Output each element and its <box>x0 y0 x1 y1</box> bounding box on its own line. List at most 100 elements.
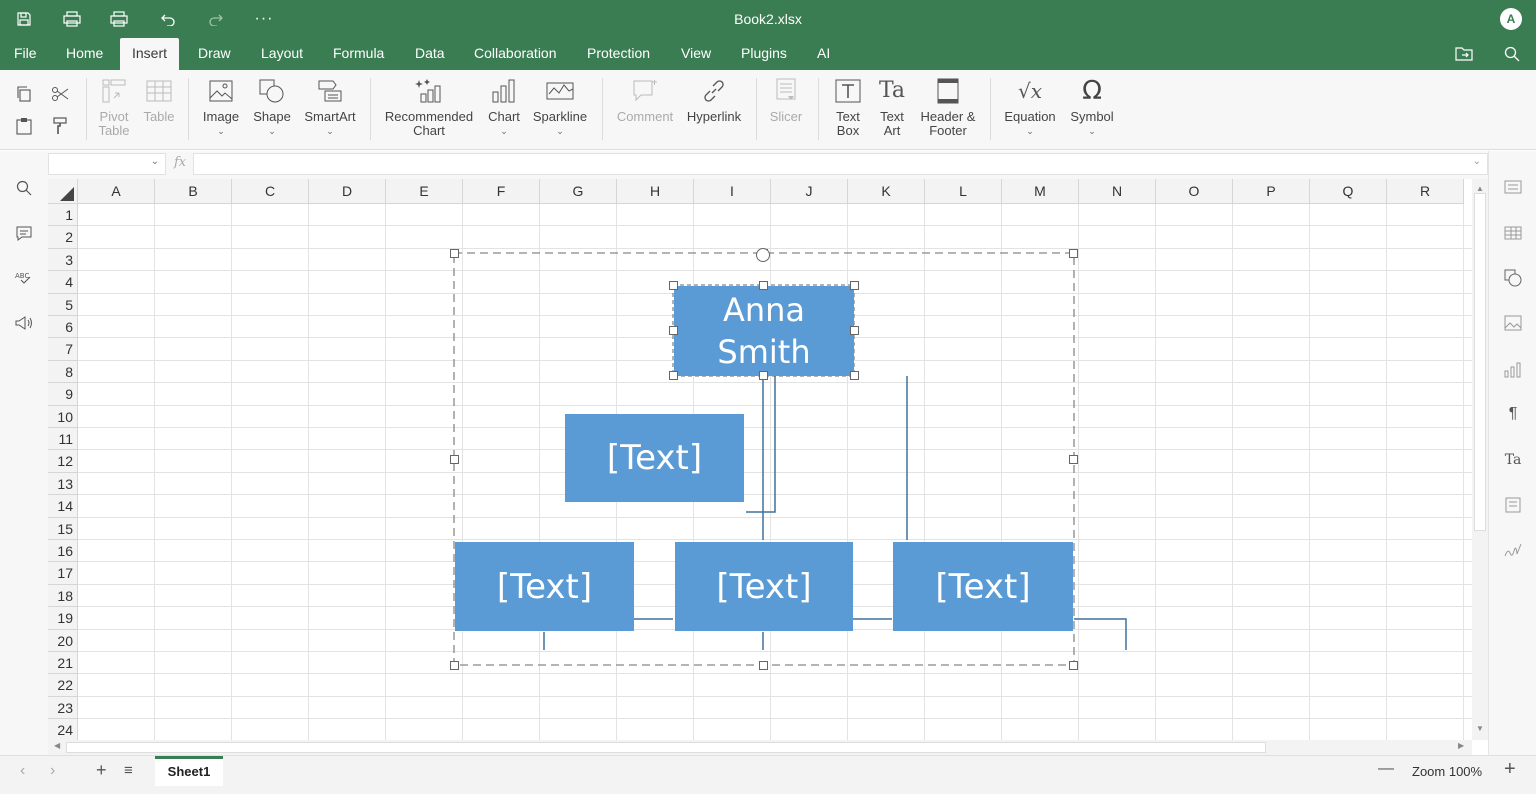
row-header-17[interactable]: 17 <box>48 562 78 585</box>
rotate-handle-icon[interactable] <box>756 248 770 262</box>
pivot-table-button[interactable]: Pivot Table <box>94 76 134 138</box>
column-header-e[interactable]: E <box>386 179 463 204</box>
search-icon[interactable] <box>1500 43 1524 65</box>
row-header-6[interactable]: 6 <box>48 316 78 339</box>
header-footer-button[interactable]: Header & Footer <box>918 76 978 138</box>
slicer-settings-icon[interactable] <box>1501 494 1525 518</box>
shape-button[interactable]: Shape ⌄ <box>250 76 294 138</box>
row-header-7[interactable]: 7 <box>48 338 78 361</box>
column-header-i[interactable]: I <box>694 179 771 204</box>
tab-data[interactable]: Data <box>403 38 457 70</box>
spreadsheet-grid[interactable]: ABCDEFGHIJKLMNOPQR 1 2 3 4 5 6 7 8 9 10 11 12 13 14 15… <box>48 179 1472 740</box>
table-button[interactable]: Table <box>140 76 178 124</box>
resize-handle[interactable] <box>669 326 678 335</box>
row-header-13[interactable]: 13 <box>48 472 78 496</box>
smartart-child-box-1[interactable]: [Text] <box>455 542 634 631</box>
scroll-up-icon[interactable]: ▲ <box>1476 184 1484 193</box>
row-header-4[interactable]: 4 <box>48 271 78 294</box>
next-sheet-icon[interactable]: › <box>50 762 55 780</box>
row-header-12[interactable]: 12 <box>48 450 78 473</box>
resize-handle[interactable] <box>759 371 768 380</box>
name-box[interactable]: ⌄ <box>48 153 166 175</box>
symbol-button[interactable]: Ω Symbol ⌄ <box>1066 76 1118 138</box>
smartart-button[interactable]: SmartArt ⌄ <box>302 76 358 138</box>
column-header-j[interactable]: J <box>771 179 848 204</box>
resize-handle[interactable] <box>450 661 459 670</box>
add-sheet-icon[interactable]: + <box>96 760 107 781</box>
resize-handle[interactable] <box>850 281 859 290</box>
paragraph-settings-icon[interactable]: ¶ <box>1501 402 1525 426</box>
cut-icon[interactable] <box>48 82 72 106</box>
column-header-p[interactable]: P <box>1233 179 1310 204</box>
row-header-21[interactable]: 21 <box>48 652 78 675</box>
sparkline-button[interactable]: Sparkline ⌄ <box>530 76 590 138</box>
column-header-h[interactable]: H <box>617 179 694 204</box>
row-header-14[interactable]: 14 <box>48 495 78 518</box>
prev-sheet-icon[interactable]: ‹ <box>20 762 25 780</box>
recommended-chart-button[interactable]: Recommended Chart <box>382 76 476 138</box>
tab-home[interactable]: Home <box>54 38 115 70</box>
column-header-l[interactable]: L <box>925 179 1002 204</box>
row-header-10[interactable]: 10 <box>48 405 78 428</box>
tab-view[interactable]: View <box>669 38 723 70</box>
image-button[interactable]: Image ⌄ <box>200 76 242 138</box>
sheet-tab-sheet1[interactable]: Sheet1 <box>155 756 223 786</box>
row-header-11[interactable]: 11 <box>48 428 78 451</box>
fx-label[interactable]: fx <box>174 155 186 170</box>
resize-handle[interactable] <box>759 661 768 670</box>
row-header-3[interactable]: 3 <box>48 248 78 272</box>
feedback-icon[interactable] <box>12 311 36 335</box>
zoom-out-icon[interactable]: — <box>1378 760 1394 778</box>
zoom-in-icon[interactable]: + <box>1504 758 1516 781</box>
column-header-o[interactable]: O <box>1156 179 1233 204</box>
column-header-c[interactable]: C <box>232 179 309 204</box>
spellcheck-icon[interactable]: ABC <box>12 266 36 290</box>
tab-formula[interactable]: Formula <box>321 38 396 70</box>
row-header-18[interactable]: 18 <box>48 584 78 608</box>
chart-button[interactable]: Chart ⌄ <box>484 76 524 138</box>
horizontal-scroll-thumb[interactable] <box>66 742 1266 753</box>
shape-settings-icon[interactable] <box>1501 266 1525 290</box>
vertical-scrollbar[interactable]: ▲ ▼ <box>1472 179 1488 740</box>
resize-handle[interactable] <box>450 455 459 464</box>
column-header-q[interactable]: Q <box>1310 179 1387 204</box>
hyperlink-button[interactable]: Hyperlink <box>684 76 744 124</box>
tab-ai[interactable]: AI <box>805 38 842 70</box>
equation-button[interactable]: √ x Equation ⌄ <box>1000 76 1060 138</box>
tab-file[interactable]: File <box>2 38 49 70</box>
resize-handle[interactable] <box>669 371 678 380</box>
horizontal-scrollbar[interactable]: ◀ ▶ <box>48 740 1472 755</box>
resize-handle[interactable] <box>1069 455 1078 464</box>
row-header-23[interactable]: 23 <box>48 696 78 720</box>
copy-icon[interactable] <box>12 82 36 106</box>
text-art-settings-icon[interactable]: Ta <box>1501 448 1525 472</box>
scroll-right-icon[interactable]: ▶ <box>1458 741 1464 750</box>
column-header-f[interactable]: F <box>463 179 540 204</box>
signature-settings-icon[interactable] <box>1501 539 1525 563</box>
row-header-1[interactable]: 1 <box>48 204 78 227</box>
column-header-a[interactable]: A <box>78 179 155 204</box>
chart-settings-icon[interactable] <box>1501 358 1525 382</box>
user-avatar[interactable]: A <box>1500 8 1522 30</box>
resize-handle[interactable] <box>759 281 768 290</box>
tab-collaboration[interactable]: Collaboration <box>462 38 569 70</box>
text-box-button[interactable]: Text Box <box>828 76 868 138</box>
smartart-assistant-box[interactable]: [Text] <box>565 414 744 502</box>
sheet-list-icon[interactable]: ≡ <box>124 762 133 779</box>
cell-settings-icon[interactable] <box>1501 175 1525 199</box>
image-settings-icon[interactable] <box>1501 311 1525 335</box>
row-header-24[interactable]: 24 <box>48 719 78 740</box>
column-header-d[interactable]: D <box>309 179 386 204</box>
scroll-left-icon[interactable]: ◀ <box>54 741 60 750</box>
text-art-button[interactable]: Ta Text Art <box>874 76 910 138</box>
smartart-child-box-3[interactable]: [Text] <box>893 542 1073 631</box>
row-header-8[interactable]: 8 <box>48 360 78 384</box>
slicer-button[interactable]: Slicer <box>764 76 808 124</box>
row-header-16[interactable]: 16 <box>48 540 78 563</box>
tab-plugins[interactable]: Plugins <box>729 38 799 70</box>
resize-handle[interactable] <box>850 326 859 335</box>
row-header-22[interactable]: 22 <box>48 674 78 697</box>
paste-icon[interactable] <box>12 114 36 138</box>
column-header-r[interactable]: R <box>1387 179 1464 204</box>
vertical-scroll-thumb[interactable] <box>1474 193 1486 531</box>
